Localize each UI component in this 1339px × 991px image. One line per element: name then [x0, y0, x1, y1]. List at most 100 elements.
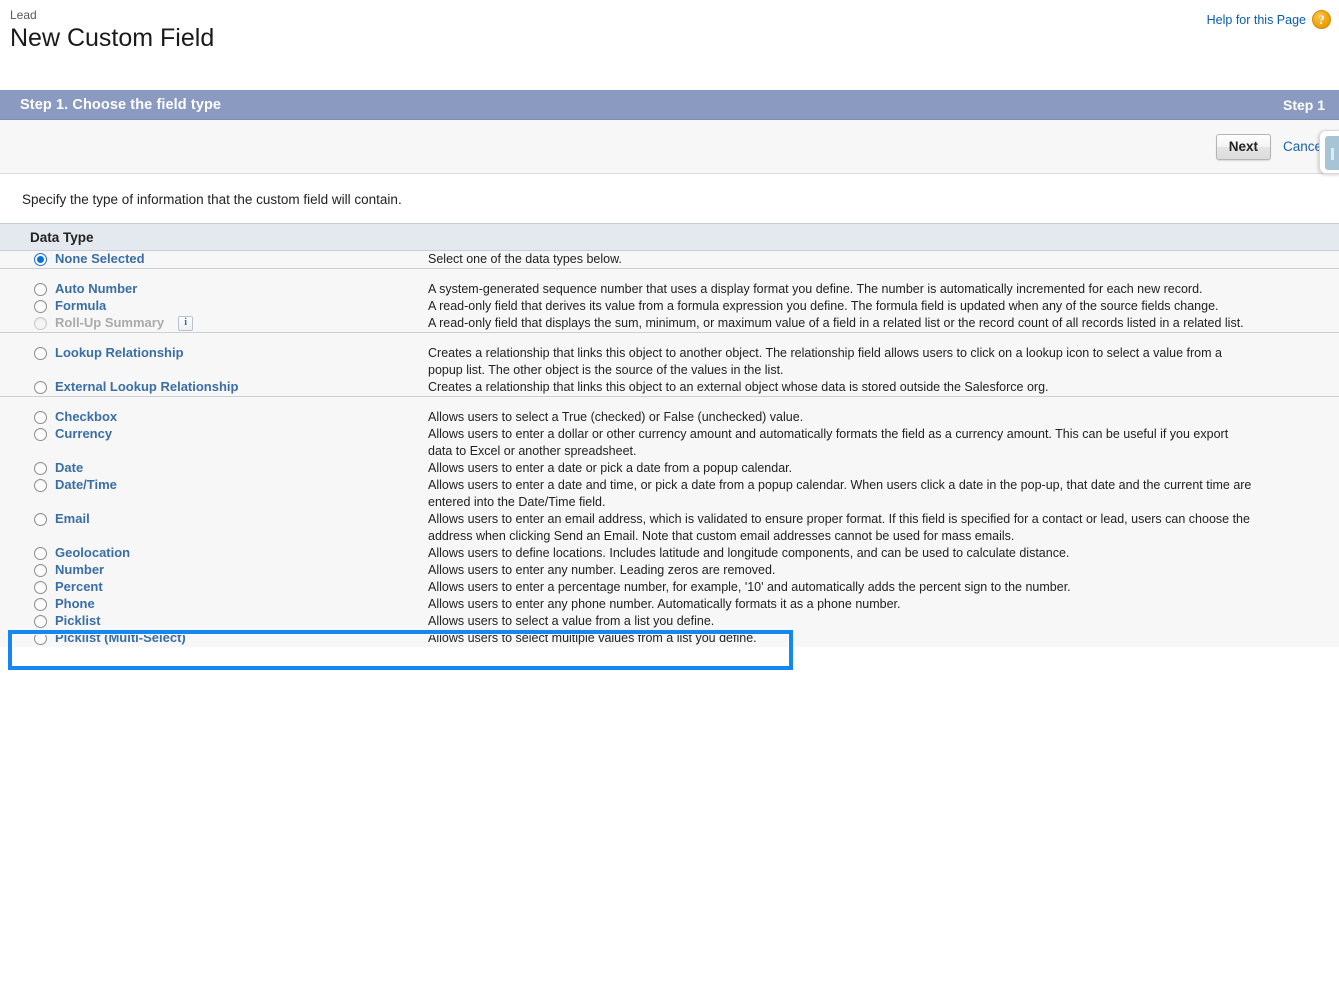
- radio-button[interactable]: [34, 614, 47, 628]
- data-type-label-cell: Percent: [0, 579, 428, 596]
- data-type-label-cell: Roll-Up Summary i: [0, 315, 428, 333]
- data-type-description: Allows users to enter a date and time, o…: [428, 478, 1252, 509]
- data-type-description-cell: Allows users to enter a date or pick a d…: [428, 460, 1339, 477]
- data-type-label[interactable]: Picklist (Multi-Select): [55, 630, 186, 646]
- info-icon[interactable]: i: [178, 315, 194, 331]
- help-for-this-page[interactable]: Help for this Page ?: [1207, 10, 1331, 29]
- data-type-label[interactable]: Percent: [55, 579, 103, 595]
- group-spacer: [0, 269, 1339, 281]
- data-type-option[interactable]: Geolocation: [0, 545, 428, 561]
- data-type-row[interactable]: Currency Allows users to enter a dollar o…: [0, 426, 1339, 460]
- data-type-row[interactable]: Phone Allows users to enter any phone num…: [0, 596, 1339, 613]
- data-type-row[interactable]: Email Allows users to enter an email addr…: [0, 511, 1339, 545]
- data-type-option[interactable]: Lookup Relationship: [0, 345, 428, 361]
- data-type-row[interactable]: Lookup Relationship Creates a relationshi…: [0, 345, 1339, 379]
- data-type-label-cell: Number: [0, 562, 428, 579]
- radio-button: [34, 316, 47, 330]
- data-type-row[interactable]: Auto Number A system-generated sequence n…: [0, 281, 1339, 298]
- data-type-label[interactable]: Formula: [55, 298, 106, 314]
- data-type-option[interactable]: Checkbox: [0, 409, 428, 425]
- data-type-row[interactable]: Picklist (Multi-Select) Allows users to s…: [0, 630, 1339, 670]
- data-type-description-cell: Allows users to enter an email address, …: [428, 511, 1339, 545]
- radio-button[interactable]: [34, 282, 47, 296]
- data-type-option[interactable]: External Lookup Relationship: [0, 379, 428, 395]
- radio-button[interactable]: [34, 580, 47, 594]
- data-type-row[interactable]: Checkbox Allows users to select a True (c…: [0, 409, 1339, 426]
- radio-button[interactable]: [34, 427, 47, 441]
- data-type-description: Allows users to select a True (checked) …: [428, 410, 804, 424]
- data-type-label[interactable]: Phone: [55, 596, 95, 612]
- data-type-row[interactable]: Date Allows users to enter a date or pick…: [0, 460, 1339, 477]
- radio-button[interactable]: [34, 461, 47, 475]
- data-type-label[interactable]: Geolocation: [55, 545, 130, 561]
- data-type-description: Allows users to enter any phone number. …: [428, 597, 901, 611]
- data-type-description-cell: Creates a relationship that links this o…: [428, 379, 1339, 397]
- radio-button[interactable]: [34, 631, 47, 645]
- data-type-label[interactable]: Number: [55, 562, 104, 578]
- radio-button[interactable]: [34, 512, 47, 526]
- data-type-label[interactable]: Date: [55, 460, 83, 476]
- data-type-row[interactable]: Roll-Up Summary i A read-only field that d…: [0, 315, 1339, 333]
- data-type-description: Creates a relationship that links this o…: [428, 346, 1222, 377]
- data-type-option[interactable]: Picklist (Multi-Select): [0, 630, 428, 646]
- step-indicator: Step 1: [1282, 96, 1325, 113]
- data-type-option[interactable]: Number: [0, 562, 428, 578]
- data-type-label-cell: Picklist (Multi-Select): [0, 630, 793, 670]
- data-type-label-cell: Picklist: [0, 613, 428, 630]
- question-mark-icon[interactable]: ?: [1312, 10, 1331, 29]
- data-type-label[interactable]: External Lookup Relationship: [55, 379, 238, 395]
- section-header-data-type: Data Type: [0, 223, 1339, 251]
- radio-button[interactable]: [34, 563, 47, 577]
- data-type-option[interactable]: Date: [0, 460, 428, 476]
- data-type-label-cell: Lookup Relationship: [0, 345, 428, 379]
- data-type-label[interactable]: Currency: [55, 426, 112, 442]
- data-type-row[interactable]: Number Allows users to enter any number. …: [0, 562, 1339, 579]
- data-type-description-cell: Allows users to enter any phone number. …: [428, 596, 1339, 613]
- next-button[interactable]: Next: [1215, 133, 1271, 160]
- data-type-option[interactable]: Formula: [0, 298, 428, 314]
- data-type-label[interactable]: Auto Number: [55, 281, 137, 297]
- data-type-row[interactable]: None Selected Select one of the data type…: [0, 251, 1339, 269]
- data-type-option[interactable]: None Selected: [0, 251, 428, 267]
- data-type-option[interactable]: Currency: [0, 426, 428, 442]
- data-type-description-cell: Allows users to enter a percentage numbe…: [428, 579, 1339, 596]
- data-type-description: Allows users to enter a date or pick a d…: [428, 461, 793, 475]
- edge-panel-icon: [1325, 136, 1339, 170]
- radio-button[interactable]: [34, 410, 47, 424]
- data-type-label[interactable]: None Selected: [55, 251, 145, 267]
- data-type-option[interactable]: Picklist: [0, 613, 428, 629]
- data-type-option[interactable]: Percent: [0, 579, 428, 595]
- radio-button[interactable]: [34, 299, 47, 313]
- page-header: Lead New Custom Field Help for this Page…: [0, 0, 1339, 78]
- data-type-label-cell: Auto Number: [0, 281, 428, 298]
- data-type-row[interactable]: Date/Time Allows users to enter a date an…: [0, 477, 1339, 511]
- data-type-label-cell: Geolocation: [0, 545, 428, 562]
- data-type-label[interactable]: Lookup Relationship: [55, 345, 184, 361]
- data-type-row[interactable]: Picklist Allows users to select a value f…: [0, 613, 1339, 630]
- data-type-description: A system-generated sequence number that …: [428, 282, 1203, 296]
- data-type-option[interactable]: Auto Number: [0, 281, 428, 297]
- edge-panel-handle[interactable]: [1319, 130, 1339, 174]
- help-link[interactable]: Help for this Page: [1207, 13, 1306, 27]
- radio-button[interactable]: [34, 252, 47, 266]
- data-type-label-cell: None Selected: [0, 251, 428, 269]
- page-title: New Custom Field: [10, 24, 215, 52]
- radio-button[interactable]: [34, 380, 47, 394]
- data-type-label[interactable]: Email: [55, 511, 90, 527]
- data-type-row[interactable]: Geolocation Allows users to define locati…: [0, 545, 1339, 562]
- data-type-row[interactable]: Percent Allows users to enter a percentag…: [0, 579, 1339, 596]
- data-type-option[interactable]: Date/Time: [0, 477, 428, 493]
- data-type-label-cell: Email: [0, 511, 428, 545]
- radio-button[interactable]: [34, 597, 47, 611]
- data-type-row[interactable]: External Lookup Relationship Creates a re…: [0, 379, 1339, 397]
- data-type-option[interactable]: Email: [0, 511, 428, 527]
- object-label: Lead: [10, 8, 37, 22]
- radio-button[interactable]: [34, 546, 47, 560]
- data-type-label[interactable]: Picklist: [55, 613, 101, 629]
- radio-button[interactable]: [34, 346, 47, 360]
- data-type-row[interactable]: Formula A read-only field that derives it…: [0, 298, 1339, 315]
- radio-button[interactable]: [34, 478, 47, 492]
- data-type-option[interactable]: Phone: [0, 596, 428, 612]
- data-type-label[interactable]: Date/Time: [55, 477, 117, 493]
- data-type-label[interactable]: Checkbox: [55, 409, 117, 425]
